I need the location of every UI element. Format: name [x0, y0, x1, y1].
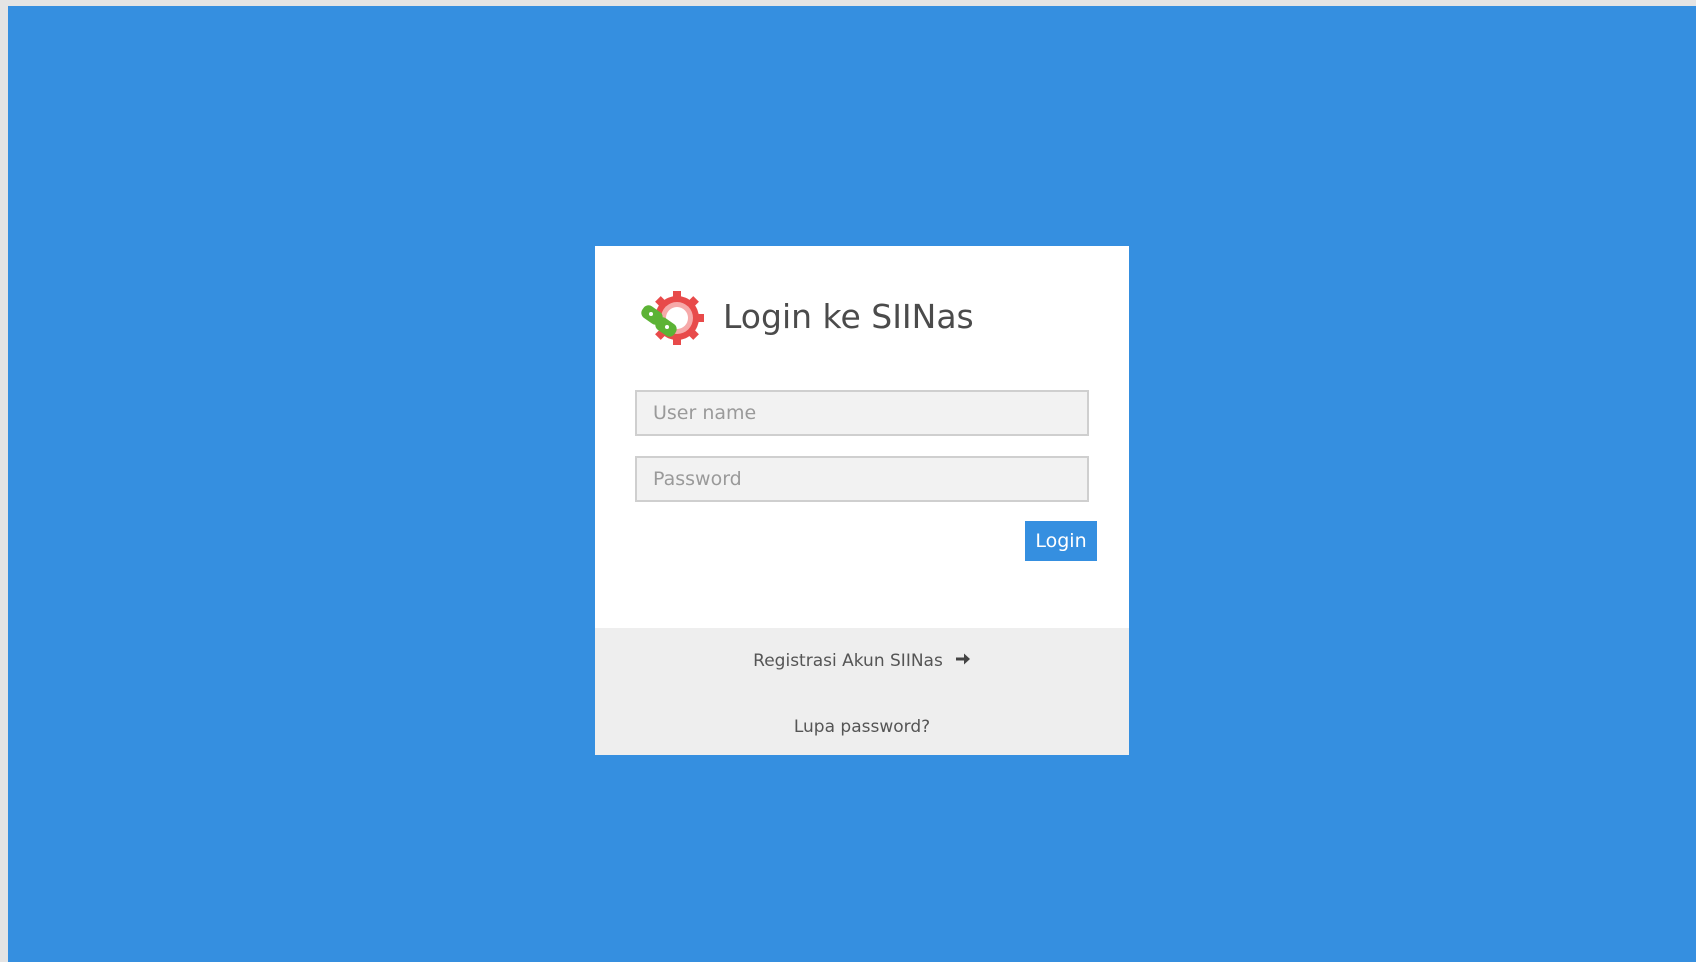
gear-logo-icon [637, 288, 709, 348]
login-card: Login ke SIINas Login Registrasi Akun SI… [595, 246, 1129, 755]
username-input[interactable] [635, 390, 1089, 436]
page-background: Login ke SIINas Login Registrasi Akun SI… [8, 6, 1696, 962]
arrow-right-icon [955, 651, 971, 667]
page-title: Login ke SIINas [723, 297, 974, 336]
login-card-footer: Registrasi Akun SIINas Lupa password? [595, 628, 1129, 755]
forgot-password-link[interactable]: Lupa password? [595, 717, 1129, 737]
register-link[interactable]: Registrasi Akun SIINas [595, 651, 1129, 671]
login-card-body: Login ke SIINas Login [595, 246, 1129, 622]
password-input[interactable] [635, 456, 1089, 502]
login-button[interactable]: Login [1025, 521, 1097, 561]
register-link-label: Registrasi Akun SIINas [753, 651, 943, 671]
